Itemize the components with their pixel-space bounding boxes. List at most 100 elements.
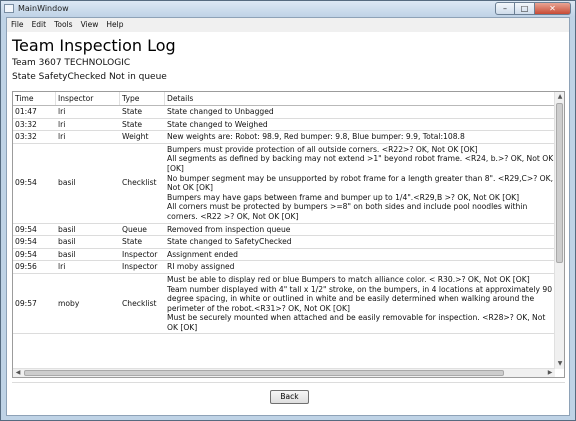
cell-inspector: lri: [58, 132, 66, 142]
window-controls: – □ ✕: [495, 2, 571, 15]
table-row[interactable]: 03:32 lri State State changed to Weighed: [13, 119, 555, 132]
cell-details: RI moby assigned: [165, 261, 555, 273]
table-row[interactable]: 09:54 basil Inspector Assignment ended: [13, 249, 555, 262]
table-header: Time Inspector Type Details: [13, 92, 555, 106]
menu-tools[interactable]: Tools: [50, 18, 76, 32]
cell-type: Checklist: [122, 178, 157, 188]
vertical-scroll-thumb[interactable]: [556, 103, 563, 263]
table-row[interactable]: 09:54 basil Checklist Bumpers must provide …: [13, 144, 555, 224]
team-label: Team 3607 TECHNOLOGIC: [12, 58, 131, 68]
details-line: State changed to Unbagged: [167, 107, 274, 116]
cell-time: 09:54: [15, 178, 37, 188]
column-header-inspector[interactable]: Inspector: [56, 92, 120, 105]
cell-type: State: [122, 107, 143, 116]
menu-view[interactable]: View: [77, 18, 103, 32]
details-line: State changed to SafetyChecked: [167, 237, 292, 247]
cell-details: Removed from inspection queue: [165, 224, 555, 236]
details-line: Must be securely mounted when attached a…: [167, 313, 546, 323]
table-row[interactable]: 09:54 basil State State changed to SafetyCh…: [13, 236, 555, 249]
details-line: All segments as defined by backing may n…: [167, 154, 554, 164]
cell-inspector: moby: [58, 298, 80, 308]
column-header-time[interactable]: Time: [13, 92, 56, 105]
cell-details: State changed to Unbagged: [165, 106, 555, 118]
details-line: No bumper segment may be unsupported by …: [167, 173, 554, 183]
details-line: Must be able to display red or blue Bump…: [167, 274, 530, 284]
menu-file[interactable]: File: [7, 18, 28, 32]
close-button[interactable]: ✕: [535, 2, 571, 15]
scroll-left-arrow-icon[interactable]: ◀: [13, 369, 23, 377]
cell-type: State: [122, 119, 143, 129]
cell-inspector: basil: [58, 178, 76, 188]
table-body: 01:47 lri State State changed to Unbagged 03…: [13, 106, 555, 377]
table-row[interactable]: 03:32 lri Weight New weights are: Robot: 98…: [13, 131, 555, 144]
cell-details: State changed to Weighed: [165, 119, 555, 131]
cell-time: 09:54: [15, 249, 37, 259]
cell-time: 09:54: [15, 224, 37, 234]
column-header-details[interactable]: Details: [165, 92, 555, 105]
cell-time: 09:54: [15, 237, 37, 247]
cell-type: State: [122, 237, 143, 247]
details-line: Assignment ended: [167, 249, 238, 259]
cell-type: Weight: [122, 132, 149, 142]
cell-details: State changed to SafetyChecked: [165, 236, 555, 248]
cell-time: 09:57: [15, 298, 37, 308]
cell-details: New weights are: Robot: 98.9, Red bumper…: [165, 131, 555, 143]
cell-time: 01:47: [15, 107, 37, 116]
scroll-right-arrow-icon[interactable]: ▶: [545, 369, 555, 377]
cell-type: Inspector: [122, 262, 158, 272]
scroll-up-arrow-icon[interactable]: ▲: [555, 92, 564, 102]
table-row[interactable]: 01:47 lri State State changed to Unbagged: [13, 106, 555, 119]
table-row[interactable]: 09:57 moby Checklist Must be able to displa…: [13, 274, 555, 335]
details-line: All corners must be protected by bumpers…: [167, 202, 528, 212]
details-line: corners. <R22 >? OK, Not OK [OK]: [167, 211, 299, 221]
column-header-type[interactable]: Type: [120, 92, 165, 105]
cell-inspector: lri: [58, 119, 66, 129]
cell-details: Bumpers must provide protection of all o…: [165, 144, 555, 223]
footer-divider: [12, 382, 565, 383]
vertical-scrollbar[interactable]: ▲ ▼: [554, 92, 564, 369]
details-line: RI moby assigned: [167, 262, 235, 272]
cell-details: Must be able to display red or blue Bump…: [165, 274, 555, 334]
cell-inspector: basil: [58, 224, 76, 234]
inspection-log-table[interactable]: Time Inspector Type Details 01:47 lri Stat…: [12, 91, 565, 378]
details-line: degree spacing, in white or outlined in …: [167, 294, 535, 304]
back-button[interactable]: Back: [270, 390, 309, 404]
cell-inspector: basil: [58, 249, 76, 259]
menu-help[interactable]: Help: [102, 18, 127, 32]
cell-time: 09:56: [15, 262, 37, 272]
details-line: Bumpers may have gaps between frame and …: [167, 192, 520, 202]
table-row[interactable]: 09:56 lri Inspector RI moby assigned: [13, 261, 555, 274]
details-line: New weights are: Robot: 98.9, Red bumper…: [167, 132, 465, 142]
details-line: [OK]: [167, 163, 184, 173]
client-area: File Edit Tools View Help Team Inspectio…: [6, 17, 570, 416]
details-line: Bumpers must provide protection of all o…: [167, 144, 478, 154]
main-window: MainWindow – □ ✕ File Edit Tools View He…: [0, 0, 576, 421]
details-line: Team number displayed with 4" tall x 1/2…: [167, 284, 553, 294]
horizontal-scroll-thumb[interactable]: [24, 370, 504, 376]
cell-time: 03:32: [15, 132, 37, 142]
table-row[interactable]: 09:54 basil Queue Removed from inspection q…: [13, 224, 555, 237]
cell-inspector: lri: [58, 262, 66, 272]
cell-type: Inspector: [122, 249, 158, 259]
cell-inspector: lri: [58, 107, 66, 116]
minimize-button[interactable]: –: [495, 2, 515, 15]
maximize-button[interactable]: □: [515, 2, 535, 15]
menu-edit[interactable]: Edit: [28, 18, 51, 32]
details-line: Not OK [OK]: [167, 183, 213, 193]
menu-bar: File Edit Tools View Help: [7, 18, 569, 32]
horizontal-scrollbar[interactable]: ◀ ▶: [13, 368, 555, 377]
title-bar[interactable]: MainWindow – □ ✕: [1, 1, 575, 17]
window-title: MainWindow: [18, 4, 69, 13]
details-line: State changed to Weighed: [167, 119, 268, 129]
page-title: Team Inspection Log: [12, 36, 176, 55]
scroll-down-arrow-icon[interactable]: ▼: [555, 359, 564, 369]
cell-time: 03:32: [15, 119, 37, 129]
details-line: Removed from inspection queue: [167, 224, 291, 234]
details-line: perimeter of the robot.<R31>? OK, Not OK…: [167, 303, 350, 313]
cell-details: Assignment ended: [165, 249, 555, 261]
cell-type: Queue: [122, 224, 147, 234]
state-label: State SafetyChecked Not in queue: [12, 72, 167, 82]
app-icon: [4, 4, 14, 13]
cell-inspector: basil: [58, 237, 76, 247]
details-line: OK [OK]: [167, 322, 198, 332]
